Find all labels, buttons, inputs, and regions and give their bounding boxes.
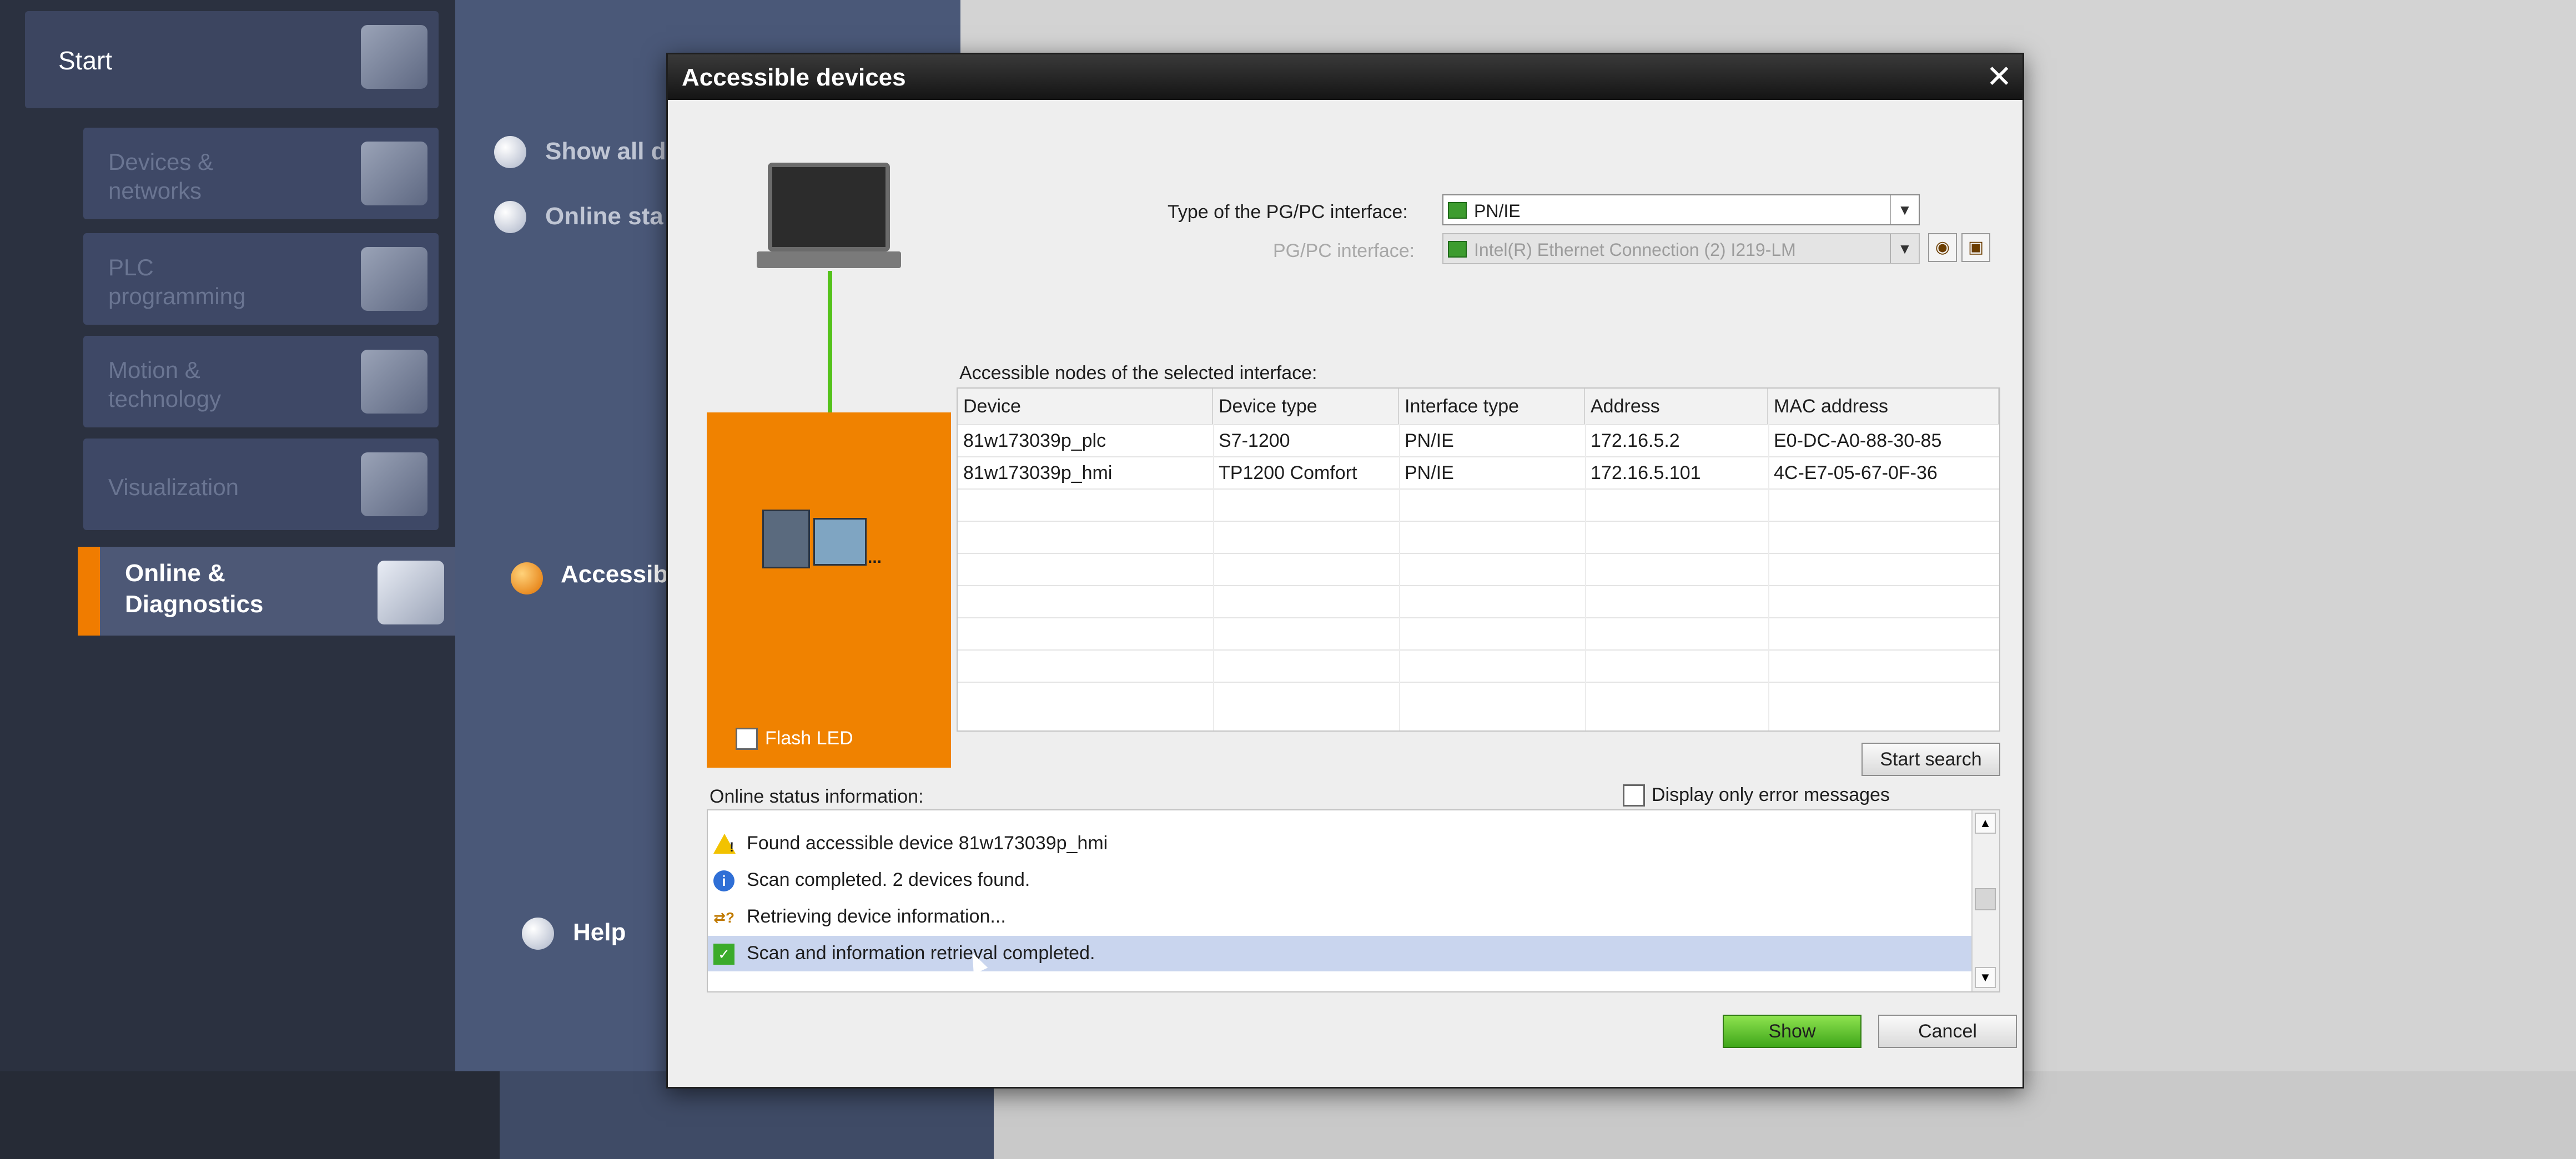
accessible-devices-dialog: Accessible devices ✕ ... Flash LED Type … xyxy=(666,53,2024,1089)
interface-type-label: Type of the PG/PC interface: xyxy=(1168,201,1408,223)
error-only-checkbox[interactable] xyxy=(1623,784,1645,807)
interface-dropdown[interactable]: Intel(R) Ethernet Connection (2) I219-LM… xyxy=(1442,233,1920,264)
plc-device-icon: ... xyxy=(762,510,882,568)
nav-start-label: Start xyxy=(58,46,113,75)
status-scrollbar[interactable]: ▲ ▼ xyxy=(1971,810,1999,991)
column-header-device[interactable]: Device xyxy=(958,389,1213,424)
table-cell-device-type[interactable]: S7-1200 xyxy=(1213,425,1399,456)
gear-icon xyxy=(361,350,427,414)
retrieving-icon: ⇄? xyxy=(713,909,734,926)
table-cell-device-type[interactable]: TP1200 Comfort xyxy=(1213,457,1399,488)
nav-item-label: Devices & networks xyxy=(108,149,214,204)
flash-led-label: Flash LED xyxy=(765,728,853,749)
table-cell-device[interactable]: 81w173039p_plc xyxy=(958,425,1213,456)
table-cell-address[interactable]: 172.16.5.101 xyxy=(1585,457,1768,488)
list-item-selected[interactable]: ✓ Scan and information retrieval complet… xyxy=(708,936,1974,971)
nav-item-label: Online & Diagnostics xyxy=(125,560,264,618)
column-header-interface-type[interactable]: Interface type xyxy=(1399,389,1585,424)
table-cell-address[interactable]: 172.16.5.2 xyxy=(1585,425,1768,456)
close-button[interactable]: ✕ xyxy=(1981,59,2017,94)
list-item: ! Found accessible device 81w173039p_hmi xyxy=(708,826,1974,861)
chevron-down-icon[interactable]: ▼ xyxy=(1890,234,1919,263)
dialog-titlebar[interactable]: Accessible devices ✕ xyxy=(668,54,2022,100)
nav-item-devices-networks[interactable]: Devices & networks xyxy=(83,128,439,219)
status-info-label: Online status information: xyxy=(710,786,924,807)
show-button[interactable]: Show xyxy=(1723,1015,1861,1048)
status-message: Scan completed. 2 devices found. xyxy=(747,869,1030,890)
pg-laptop-icon xyxy=(757,163,901,274)
option-radio-selected[interactable] xyxy=(511,562,543,594)
dialog-title: Accessible devices xyxy=(682,64,906,91)
nav-item-online-diagnostics[interactable]: Online & Diagnostics xyxy=(78,547,455,636)
list-item: i Scan completed. 2 devices found. xyxy=(708,863,1974,898)
list-item: ⇄? Retrieving device information... xyxy=(708,899,1974,935)
nav-item-visualization[interactable]: Visualization xyxy=(83,439,439,530)
check-icon: ✓ xyxy=(713,944,734,965)
start-icon xyxy=(361,25,427,89)
nav-start[interactable]: Start xyxy=(25,11,439,108)
cancel-button[interactable]: Cancel xyxy=(1878,1015,2017,1048)
option-radio[interactable] xyxy=(522,918,554,950)
diagnostics-icon[interactable]: ◉ xyxy=(1928,233,1957,262)
start-search-button[interactable]: Start search xyxy=(1861,743,2000,776)
table-cell-interface-type[interactable]: PN/IE xyxy=(1399,457,1585,488)
nav-item-label: Visualization xyxy=(108,474,239,500)
interface-type-value: PN/IE xyxy=(1474,201,1521,221)
error-only-label: Display only error messages xyxy=(1652,784,1890,805)
column-header-device-type[interactable]: Device type xyxy=(1213,389,1399,424)
status-message: Retrieving device information... xyxy=(747,906,1006,927)
interface-type-dropdown[interactable]: PN/IE ▼ xyxy=(1442,194,1920,225)
table-cell-device[interactable]: 81w173039p_hmi xyxy=(958,457,1213,488)
option-radio[interactable] xyxy=(494,136,526,168)
option-radio[interactable] xyxy=(494,201,526,233)
interface-label: PG/PC interface: xyxy=(1273,240,1415,261)
table-cell-mac-address[interactable]: E0-DC-A0-88-30-85 xyxy=(1768,425,1999,456)
scroll-down-icon[interactable]: ▼ xyxy=(1975,967,1996,988)
status-message: Found accessible device 81w173039p_hmi xyxy=(747,833,1108,854)
status-log: ! Found accessible device 81w173039p_hmi… xyxy=(707,809,2000,992)
accessible-nodes-table: Device Device type Interface type Addres… xyxy=(957,387,2000,732)
devices-icon xyxy=(361,142,427,205)
column-header-mac-address[interactable]: MAC address xyxy=(1768,389,1999,424)
option-label-online-status[interactable]: Online sta xyxy=(545,203,663,230)
screwdriver-icon xyxy=(378,561,444,624)
column-header-address[interactable]: Address xyxy=(1585,389,1768,424)
nav-item-plc-programming[interactable]: PLC programming xyxy=(83,233,439,325)
accessible-nodes-label: Accessible nodes of the selected interfa… xyxy=(959,362,1317,384)
table-cell-mac-address[interactable]: 4C-E7-05-67-0F-36 xyxy=(1768,457,1999,488)
nav-item-label: Motion & technology xyxy=(108,357,222,412)
scroll-up-icon[interactable]: ▲ xyxy=(1975,813,1996,834)
device-panel: ... Flash LED xyxy=(707,412,951,768)
interface-value: Intel(R) Ethernet Connection (2) I219-LM xyxy=(1474,240,1796,260)
nav-item-motion-technology[interactable]: Motion & technology xyxy=(83,336,439,427)
nav-item-label: PLC programming xyxy=(108,254,246,309)
active-indicator xyxy=(78,547,100,636)
option-label-show-all[interactable]: Show all d xyxy=(545,138,666,165)
network-icon xyxy=(1448,202,1467,219)
flash-led-checkbox[interactable] xyxy=(736,728,758,750)
option-label-help[interactable]: Help xyxy=(573,919,626,946)
visualization-icon xyxy=(361,452,427,516)
properties-icon[interactable]: ▣ xyxy=(1961,233,1990,262)
status-message: Scan and information retrieval completed… xyxy=(747,943,1095,964)
chevron-down-icon[interactable]: ▼ xyxy=(1890,195,1919,224)
ethernet-card-icon xyxy=(1448,241,1467,258)
portal-sidebar: Start Devices & networks PLC programming… xyxy=(0,0,500,1159)
info-icon: i xyxy=(713,870,734,891)
plc-icon xyxy=(361,247,427,311)
scroll-thumb[interactable] xyxy=(1975,888,1996,910)
table-cell-interface-type[interactable]: PN/IE xyxy=(1399,425,1585,456)
